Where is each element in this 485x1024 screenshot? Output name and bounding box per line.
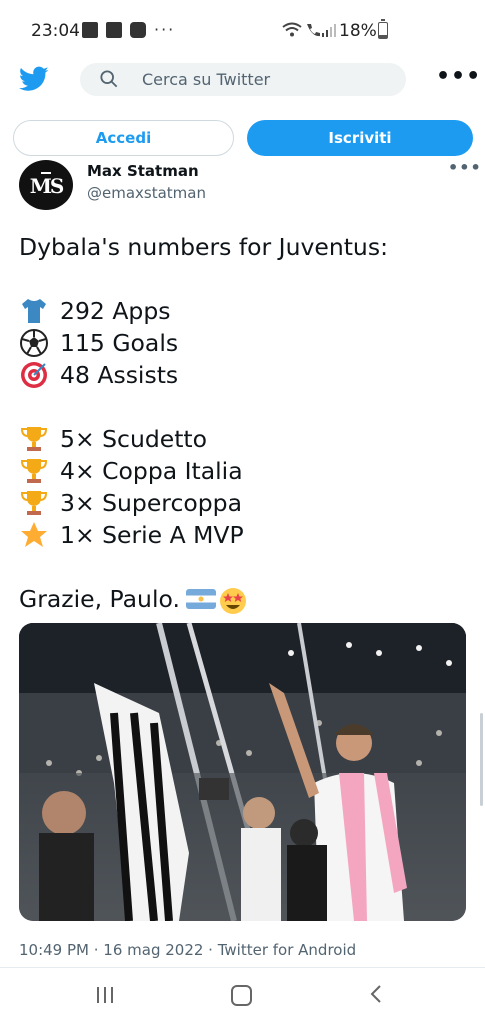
notification-icons: ··· xyxy=(82,20,175,39)
trophy-coppa-italia: 4× Coppa Italia xyxy=(19,455,469,487)
battery-icon xyxy=(378,19,388,39)
search-icon xyxy=(100,70,118,88)
trophy-icon xyxy=(19,424,49,454)
twitter-logo-icon[interactable] xyxy=(18,64,50,94)
battery-percent: 18% xyxy=(339,21,377,41)
signup-button[interactable]: Iscriviti xyxy=(247,120,473,156)
stat-apps: 292 Apps xyxy=(19,295,469,327)
recent-apps-icon[interactable] xyxy=(95,986,115,1004)
home-icon[interactable] xyxy=(231,985,252,1006)
search-bar[interactable]: Cerca su Twitter xyxy=(80,63,406,96)
shirt-icon xyxy=(19,296,49,326)
trophy-supercoppa: 3× Supercoppa xyxy=(19,487,469,519)
author-name[interactable]: Max Statman xyxy=(87,162,199,180)
trophy-scudetto: 5× Scudetto xyxy=(19,423,469,455)
scrollbar[interactable] xyxy=(480,713,483,806)
call-icon xyxy=(307,24,320,37)
tweet-headline: Dybala's numbers for Juventus: xyxy=(19,233,388,261)
signal-icon xyxy=(322,24,336,37)
tweet-text: Dybala's numbers for Juventus: 292 Apps … xyxy=(19,231,469,615)
target-icon xyxy=(19,360,49,390)
star-icon xyxy=(19,520,49,550)
trophy-icon xyxy=(19,488,49,518)
soccer-ball-icon xyxy=(19,328,49,358)
linkedin-icon xyxy=(106,21,122,38)
twitter-header: Cerca su Twitter ••• xyxy=(0,62,485,98)
tweet-more-icon[interactable]: ••• xyxy=(448,160,482,176)
photo-scene xyxy=(19,623,466,921)
more-notifications-icon: ··· xyxy=(154,20,176,39)
trophy-mvp: 1× Serie A MVP xyxy=(19,519,469,551)
login-button[interactable]: Accedi xyxy=(13,120,234,156)
star-struck-icon xyxy=(218,586,248,614)
android-nav-bar xyxy=(0,968,485,1024)
back-icon[interactable] xyxy=(370,985,382,1003)
author-handle[interactable]: @emaxstatman xyxy=(87,184,206,202)
avatar[interactable]: MS xyxy=(19,160,73,210)
tweet-closing: Grazie, Paulo. xyxy=(19,583,469,615)
stat-goals: 115 Goals xyxy=(19,327,469,359)
gallery-icon xyxy=(82,21,98,38)
search-placeholder: Cerca su Twitter xyxy=(142,70,271,89)
more-options-icon[interactable]: ••• xyxy=(436,66,481,88)
trophy-icon xyxy=(19,456,49,486)
status-time: 23:04 xyxy=(31,21,80,41)
argentina-flag-icon xyxy=(185,586,216,612)
stat-assists: 48 Assists xyxy=(19,359,469,391)
bag-icon xyxy=(130,21,146,38)
wifi-icon xyxy=(282,22,302,37)
tweet-timestamp[interactable]: 10:49 PM · 16 mag 2022 · Twitter for And… xyxy=(19,941,356,959)
status-bar: 23:04 ··· 18% xyxy=(0,0,485,62)
tweet-photo[interactable] xyxy=(19,623,466,921)
